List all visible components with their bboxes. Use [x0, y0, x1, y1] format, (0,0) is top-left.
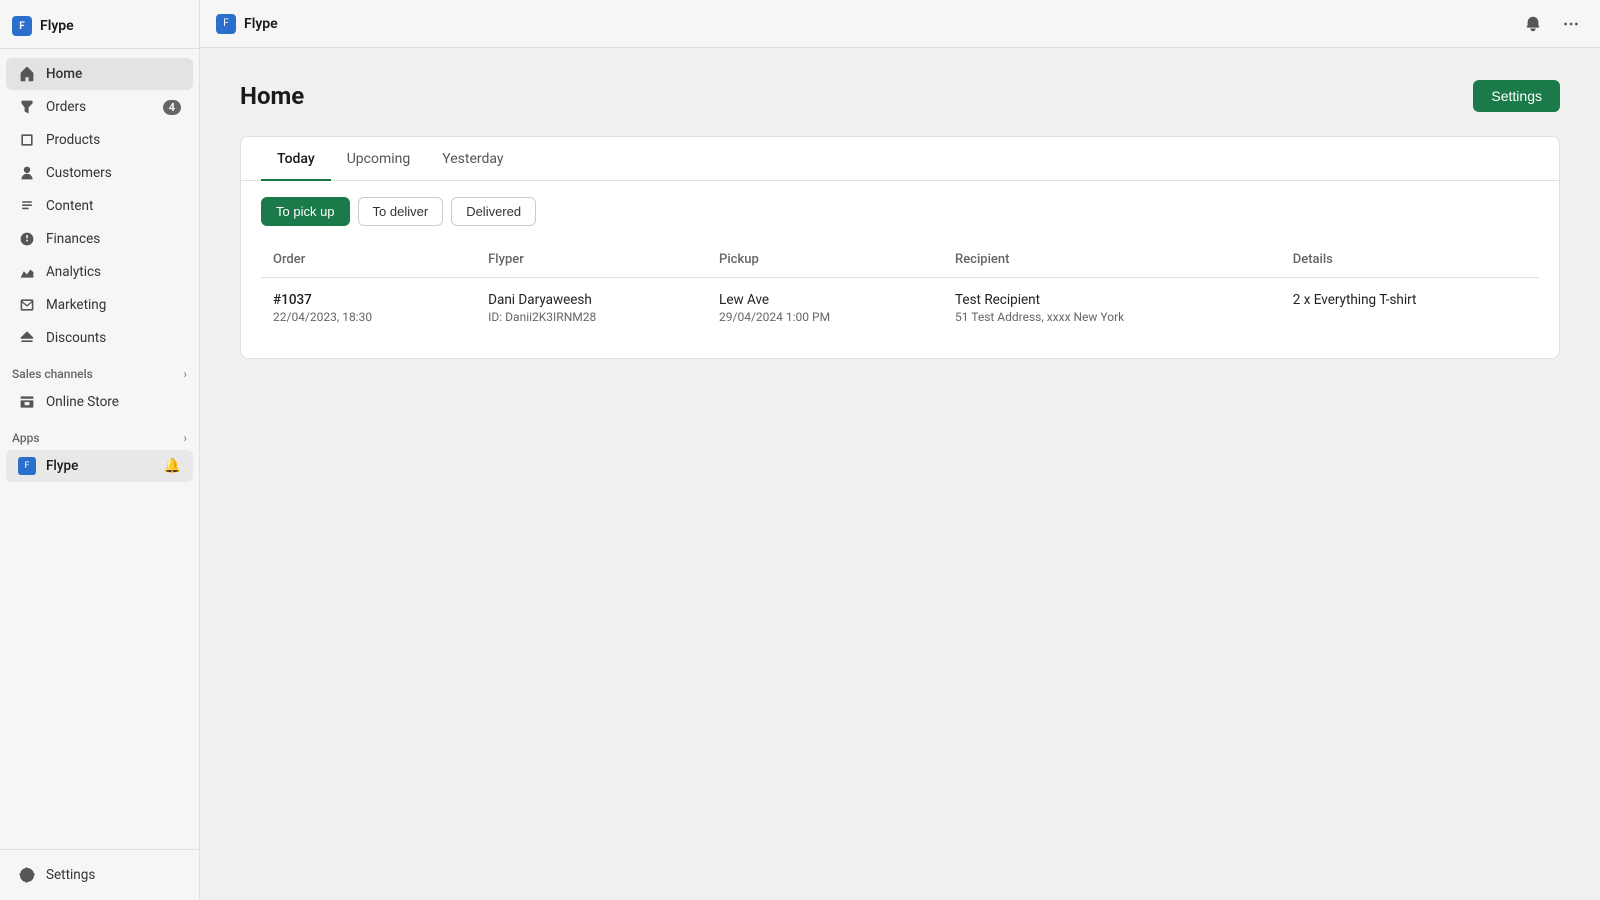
details-cell: 2 x Everything T-shirt	[1281, 278, 1539, 339]
orders-table: OrderFlyperPickupRecipientDetails #1037 …	[261, 242, 1539, 338]
apps-chevron-icon: ›	[183, 431, 187, 445]
flyper-cell: Dani Daryaweesh ID: Danii2K3IRNM28	[476, 278, 707, 339]
sidebar-item-marketing[interactable]: Marketing	[6, 289, 193, 321]
sidebar-item-products[interactable]: Products	[6, 124, 193, 156]
sidebar-item-settings[interactable]: Settings	[6, 859, 193, 891]
sidebar-item-orders[interactable]: Orders 4	[6, 91, 193, 123]
content-icon	[18, 197, 36, 215]
store-icon	[18, 393, 36, 411]
page-title: Home	[240, 82, 304, 110]
topbar-right	[1520, 11, 1584, 37]
order-date: 22/04/2023, 18:30	[273, 310, 464, 324]
sidebar-item-label: Finances	[46, 231, 100, 247]
main-content: F Flype Home Settings TodayUpcomi	[200, 0, 1600, 900]
topbar: F Flype	[200, 0, 1600, 48]
home-icon	[18, 65, 36, 83]
order-cell: #1037 22/04/2023, 18:30	[261, 278, 476, 339]
topbar-app-name: Flype	[244, 16, 278, 32]
recipient-address: 51 Test Address, xxxx New York	[955, 310, 1269, 324]
notification-bell-button[interactable]	[1520, 11, 1546, 37]
sidebar-item-label: Content	[46, 198, 93, 214]
pickup-datetime: 29/04/2024 1:00 PM	[719, 310, 931, 324]
flype-app-icon: F	[18, 457, 36, 475]
sales-channels-chevron-icon: ›	[183, 367, 187, 381]
apps-label: Apps	[12, 431, 40, 445]
flyper-name: Dani Daryaweesh	[488, 292, 695, 308]
sidebar-item-label: Products	[46, 132, 100, 148]
col-pickup: Pickup	[707, 242, 943, 278]
sidebar-item-label: Online Store	[46, 394, 119, 410]
topbar-app-icon: F	[216, 14, 236, 34]
sidebar-item-label: Orders	[46, 99, 86, 115]
main-card: TodayUpcomingYesterday To pick up To deli…	[240, 136, 1560, 359]
flype-bell-icon: 🔔	[164, 458, 181, 474]
pickup-location: Lew Ave	[719, 292, 931, 308]
sidebar-bottom: Settings	[0, 849, 199, 900]
order-details: 2 x Everything T-shirt	[1293, 292, 1527, 308]
filter-delivered[interactable]: Delivered	[451, 197, 536, 226]
flyper-id: ID: Danii2K3IRNM28	[488, 310, 695, 324]
sidebar-item-home[interactable]: Home	[6, 58, 193, 90]
apps-section: Apps ›	[0, 419, 199, 449]
discounts-icon	[18, 329, 36, 347]
tab-upcoming[interactable]: Upcoming	[331, 137, 427, 181]
tab-today[interactable]: Today	[261, 137, 331, 181]
settings-label: Settings	[46, 867, 95, 883]
sidebar: F Flype Home Orders 4 Products Customers…	[0, 0, 200, 900]
sidebar-item-customers[interactable]: Customers	[6, 157, 193, 189]
topbar-left: F Flype	[216, 14, 278, 34]
filter-bar: To pick up To deliverDelivered	[241, 181, 1559, 242]
sidebar-nav: Home Orders 4 Products Customers Content…	[0, 49, 199, 849]
sidebar-item-finances[interactable]: Finances	[6, 223, 193, 255]
filter-to-deliver[interactable]: To deliver	[358, 197, 444, 226]
customers-icon	[18, 164, 36, 182]
sidebar-item-online-store[interactable]: Online Store	[6, 386, 193, 418]
sidebar-app-name: F Flype	[12, 12, 187, 40]
col-details: Details	[1281, 242, 1539, 278]
sidebar-header: F Flype	[0, 0, 199, 49]
marketing-icon	[18, 296, 36, 314]
page-content: Home Settings TodayUpcomingYesterday To …	[200, 48, 1600, 900]
sidebar-item-label: Marketing	[46, 297, 106, 313]
col-flyper: Flyper	[476, 242, 707, 278]
sidebar-item-label: Discounts	[46, 330, 106, 346]
col-recipient: Recipient	[943, 242, 1281, 278]
col-order: Order	[261, 242, 476, 278]
sidebar-app-icon: F	[12, 16, 32, 36]
settings-button[interactable]: Settings	[1473, 80, 1560, 112]
order-number: #1037	[273, 292, 464, 308]
sidebar-item-content[interactable]: Content	[6, 190, 193, 222]
recipient-cell: Test Recipient 51 Test Address, xxxx New…	[943, 278, 1281, 339]
sidebar-item-label: Analytics	[46, 264, 101, 280]
sidebar-item-label: Home	[46, 66, 82, 82]
sidebar-app-title: Flype	[40, 18, 74, 34]
analytics-icon	[18, 263, 36, 281]
orders-badge: 4	[163, 100, 181, 115]
settings-icon	[18, 866, 36, 884]
orders-table-wrap: OrderFlyperPickupRecipientDetails #1037 …	[241, 242, 1559, 358]
filter-to-pick-up[interactable]: To pick up	[261, 197, 350, 226]
products-icon	[18, 131, 36, 149]
finances-icon	[18, 230, 36, 248]
sidebar-item-analytics[interactable]: Analytics	[6, 256, 193, 288]
tab-yesterday[interactable]: Yesterday	[426, 137, 519, 181]
sidebar-app-flype[interactable]: F Flype 🔔	[6, 450, 193, 482]
page-header: Home Settings	[240, 80, 1560, 112]
sidebar-item-discounts[interactable]: Discounts	[6, 322, 193, 354]
sales-channels-label: Sales channels	[12, 367, 93, 381]
orders-icon	[18, 98, 36, 116]
flype-app-name: Flype	[46, 458, 154, 474]
sidebar-item-label: Customers	[46, 165, 112, 181]
more-options-button[interactable]	[1558, 11, 1584, 37]
recipient-name: Test Recipient	[955, 292, 1269, 308]
table-row: #1037 22/04/2023, 18:30 Dani Daryaweesh …	[261, 278, 1539, 339]
sales-channels-section: Sales channels ›	[0, 355, 199, 385]
pickup-cell: Lew Ave 29/04/2024 1:00 PM	[707, 278, 943, 339]
tabs-bar: TodayUpcomingYesterday	[241, 137, 1559, 181]
